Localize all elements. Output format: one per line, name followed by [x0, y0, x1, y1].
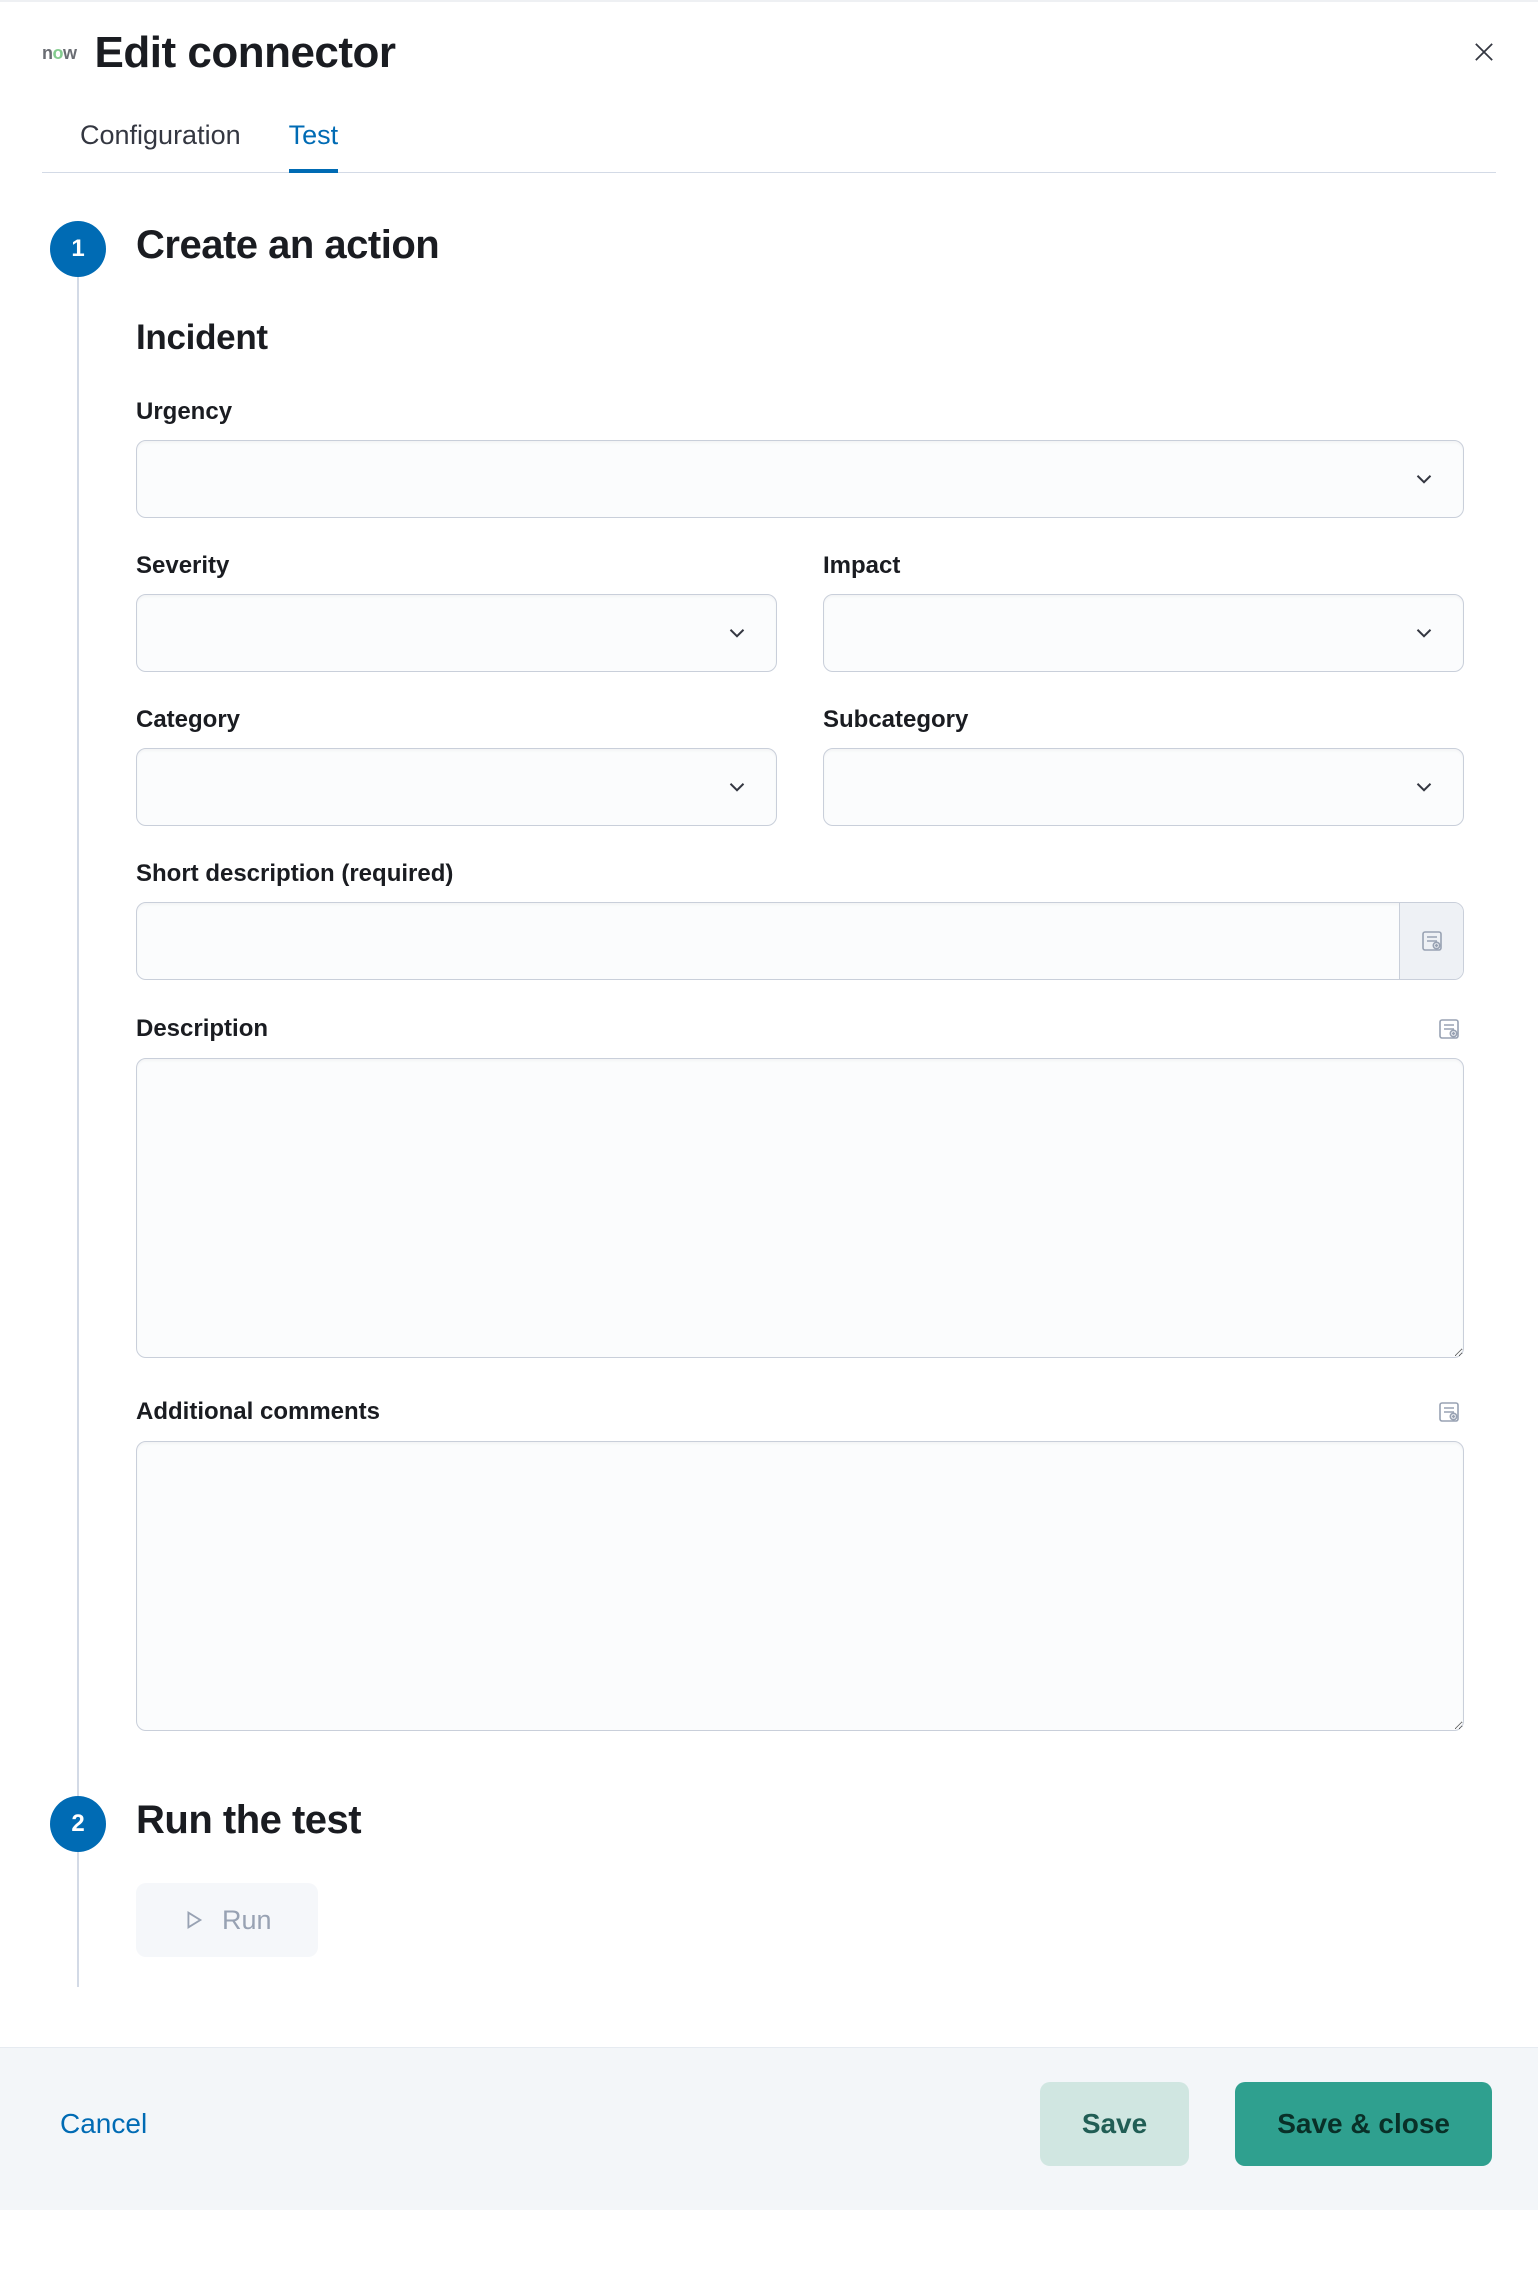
step1-number-badge: 1 [50, 221, 106, 277]
short-description-label: Short description (required) [136, 860, 453, 888]
tab-configuration[interactable]: Configuration [80, 120, 241, 173]
flyout-header: now Edit connector Configuration Test [0, 2, 1538, 173]
cancel-button[interactable]: Cancel [60, 2108, 147, 2140]
chevron-down-icon [1411, 774, 1437, 800]
step-run-test: 2 Run the test Run [50, 1796, 1464, 1987]
close-icon [1470, 38, 1498, 66]
step1-marker: 1 [50, 221, 106, 1796]
step2-number-badge: 2 [50, 1796, 106, 1852]
impact-label: Impact [823, 552, 900, 580]
flyout-title: Edit connector [95, 28, 396, 78]
subcategory-select[interactable] [823, 748, 1464, 826]
short-description-input[interactable] [137, 903, 1399, 979]
additional-comments-insert-variable-button[interactable] [1434, 1397, 1464, 1427]
category-select[interactable] [136, 748, 777, 826]
severity-select[interactable] [136, 594, 777, 672]
step2-title: Run the test [136, 1798, 1464, 1843]
chevron-down-icon [724, 774, 750, 800]
urgency-label: Urgency [136, 398, 232, 426]
insert-variable-icon [1437, 1017, 1461, 1041]
additional-comments-textarea[interactable] [136, 1441, 1464, 1731]
short-description-group [136, 902, 1464, 980]
flyout-body: 1 Create an action Incident Urgency [0, 173, 1538, 2047]
short-description-insert-variable-button[interactable] [1399, 903, 1463, 979]
step1-title: Create an action [136, 223, 1464, 268]
connector-logo: now [42, 43, 77, 64]
impact-select[interactable] [823, 594, 1464, 672]
step-connector-line [77, 1852, 79, 1987]
save-button[interactable]: Save [1040, 2082, 1189, 2166]
chevron-down-icon [1411, 466, 1437, 492]
category-label: Category [136, 706, 240, 734]
chevron-down-icon [724, 620, 750, 646]
tabs: Configuration Test [42, 120, 1496, 173]
flyout-footer: Cancel Save Save & close [0, 2047, 1538, 2210]
edit-connector-flyout: now Edit connector Configuration Test 1 … [0, 0, 1538, 2210]
description-label: Description [136, 1015, 268, 1043]
run-button[interactable]: Run [136, 1883, 318, 1957]
additional-comments-label: Additional comments [136, 1398, 380, 1426]
step-create-action: 1 Create an action Incident Urgency [50, 221, 1464, 1796]
step-connector-line [77, 277, 79, 1796]
severity-label: Severity [136, 552, 229, 580]
step2-marker: 2 [50, 1796, 106, 1987]
run-button-label: Run [222, 1905, 272, 1936]
save-and-close-button[interactable]: Save & close [1235, 2082, 1492, 2166]
chevron-down-icon [1411, 620, 1437, 646]
tab-test[interactable]: Test [289, 120, 339, 173]
description-textarea[interactable] [136, 1058, 1464, 1358]
incident-section-title: Incident [136, 318, 1464, 358]
insert-variable-icon [1437, 1400, 1461, 1424]
urgency-select[interactable] [136, 440, 1464, 518]
play-icon [182, 1909, 204, 1931]
insert-variable-icon [1420, 929, 1444, 953]
close-button[interactable] [1464, 32, 1504, 72]
description-insert-variable-button[interactable] [1434, 1014, 1464, 1044]
subcategory-label: Subcategory [823, 706, 968, 734]
